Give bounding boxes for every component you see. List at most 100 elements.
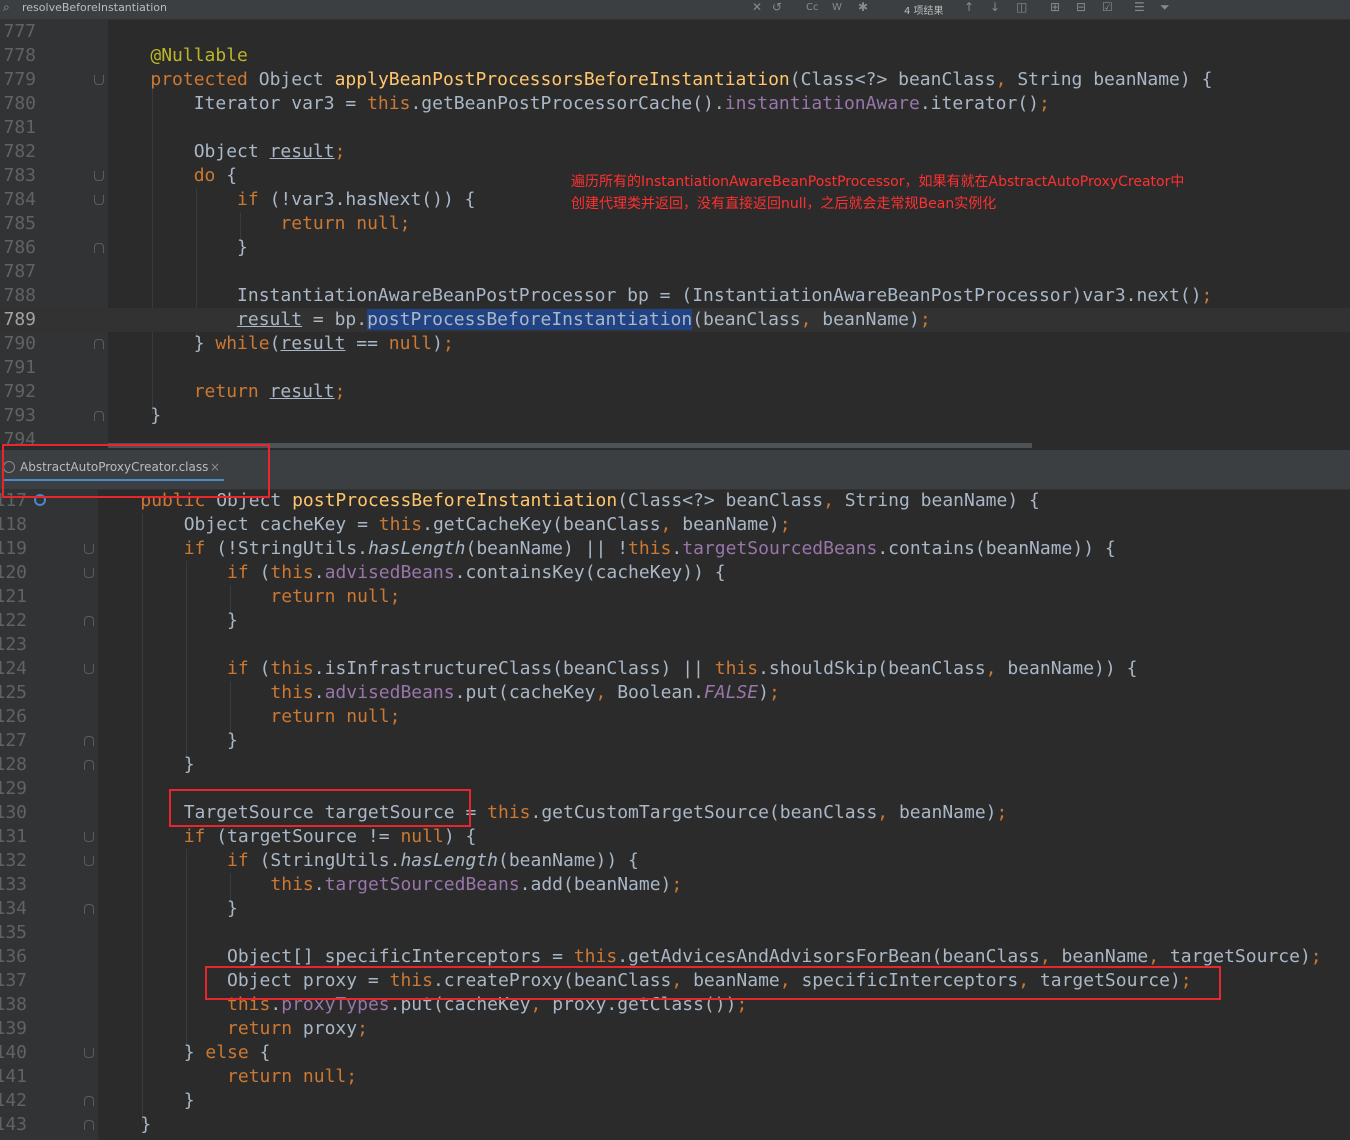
code-line[interactable]: 779 protected Object applyBeanPostProces…: [0, 68, 1350, 92]
line-number[interactable]: 119: [0, 537, 27, 561]
code-line[interactable]: 778 @Nullable: [0, 44, 1350, 68]
code-line[interactable]: 793 }: [0, 404, 1350, 428]
line-number[interactable]: 135: [0, 921, 27, 945]
whole-words-icon[interactable]: W: [832, 2, 842, 13]
line-number[interactable]: 792: [0, 380, 36, 404]
history-icon[interactable]: ↺: [772, 0, 782, 14]
fold-marker-icon[interactable]: [94, 75, 104, 85]
code-text[interactable]: } while(result == null);: [107, 332, 454, 356]
line-number[interactable]: 783: [0, 164, 36, 188]
line-number[interactable]: 136: [0, 945, 27, 969]
line-number[interactable]: 131: [0, 825, 27, 849]
fold-marker-icon[interactable]: [84, 664, 94, 674]
line-number[interactable]: 143: [0, 1113, 27, 1137]
code-line[interactable]: 133 this.targetSourcedBeans.add(beanName…: [0, 873, 1350, 897]
line-number[interactable]: 784: [0, 188, 36, 212]
code-text[interactable]: }: [107, 404, 161, 428]
line-number[interactable]: 120: [0, 561, 27, 585]
fold-marker-icon[interactable]: [84, 616, 94, 626]
line-number[interactable]: 125: [0, 681, 27, 705]
code-line[interactable]: 118 Object cacheKey = this.getCacheKey(b…: [0, 513, 1350, 537]
fold-marker-icon[interactable]: [84, 832, 94, 842]
line-number[interactable]: 118: [0, 513, 27, 537]
fold-marker-icon[interactable]: [94, 171, 104, 181]
code-text[interactable]: if (this.isInfrastructureClass(beanClass…: [97, 657, 1137, 681]
code-line[interactable]: 782 Object result;: [0, 140, 1350, 164]
code-text[interactable]: }: [97, 729, 238, 753]
line-number[interactable]: 127: [0, 729, 27, 753]
select-all-occurrences-icon[interactable]: ☑: [1102, 0, 1113, 14]
fold-marker-icon[interactable]: [94, 411, 104, 421]
line-number[interactable]: 141: [0, 1065, 27, 1089]
code-line[interactable]: 790 } while(result == null);: [0, 332, 1350, 356]
line-number[interactable]: 133: [0, 873, 27, 897]
code-line[interactable]: 139 return proxy;: [0, 1017, 1350, 1041]
code-text[interactable]: return proxy;: [97, 1017, 368, 1041]
code-text[interactable]: @Nullable: [107, 44, 248, 68]
code-text[interactable]: if (!var3.hasNext()) {: [107, 188, 475, 212]
fold-marker-icon[interactable]: [84, 904, 94, 914]
code-text[interactable]: return result;: [107, 380, 346, 404]
line-number[interactable]: 121: [0, 585, 27, 609]
select-all-icon[interactable]: ◫: [1016, 0, 1027, 14]
line-number[interactable]: 785: [0, 212, 36, 236]
line-number[interactable]: 129: [0, 777, 27, 801]
line-number[interactable]: 142: [0, 1089, 27, 1113]
line-number[interactable]: 794: [0, 428, 36, 444]
code-text[interactable]: }: [97, 897, 238, 921]
code-line[interactable]: 122 }: [0, 609, 1350, 633]
code-line[interactable]: 794: [0, 428, 1350, 444]
fold-marker-icon[interactable]: [94, 339, 104, 349]
code-line[interactable]: 132 if (StringUtils.hasLength(beanName))…: [0, 849, 1350, 873]
code-text[interactable]: return null;: [97, 705, 400, 729]
code-line[interactable]: 788 InstantiationAwareBeanPostProcessor …: [0, 284, 1350, 308]
line-number[interactable]: 126: [0, 705, 27, 729]
line-number[interactable]: 782: [0, 140, 36, 164]
regex-icon[interactable]: ✱: [858, 0, 868, 14]
code-text[interactable]: if (targetSource != null) {: [97, 825, 477, 849]
code-line[interactable]: 777: [0, 20, 1350, 44]
line-number[interactable]: 787: [0, 260, 36, 284]
code-line[interactable]: 781: [0, 116, 1350, 140]
code-line[interactable]: 125 this.advisedBeans.put(cacheKey, Bool…: [0, 681, 1350, 705]
line-number[interactable]: 790: [0, 332, 36, 356]
next-occurrence-icon[interactable]: ↓: [990, 0, 1000, 14]
line-number[interactable]: 124: [0, 657, 27, 681]
editor-pane-top[interactable]: 777 778 @Nullable 779 protected Object app…: [0, 19, 1350, 444]
line-number[interactable]: 781: [0, 116, 36, 140]
code-line[interactable]: 142 }: [0, 1089, 1350, 1113]
code-line[interactable]: 134 }: [0, 897, 1350, 921]
code-line[interactable]: 787: [0, 260, 1350, 284]
code-line[interactable]: 143 }: [0, 1113, 1350, 1137]
code-line[interactable]: 135: [0, 921, 1350, 945]
line-number[interactable]: 137: [0, 969, 27, 993]
line-number[interactable]: 123: [0, 633, 27, 657]
line-number[interactable]: 793: [0, 404, 36, 428]
code-text[interactable]: }: [97, 1089, 195, 1113]
prev-occurrence-icon[interactable]: ↑: [964, 0, 974, 14]
search-input[interactable]: resolveBeforeInstantiation: [22, 1, 167, 14]
fold-marker-icon[interactable]: [84, 1048, 94, 1058]
code-text[interactable]: return null;: [97, 1065, 357, 1089]
code-text[interactable]: }: [107, 236, 248, 260]
match-case-icon[interactable]: Cc: [806, 2, 818, 13]
fold-marker-icon[interactable]: [94, 195, 104, 205]
line-number[interactable]: 140: [0, 1041, 27, 1065]
code-text[interactable]: if (StringUtils.hasLength(beanName)) {: [97, 849, 639, 873]
code-line[interactable]: 131 if (targetSource != null) {: [0, 825, 1350, 849]
line-number[interactable]: 789: [0, 308, 36, 332]
code-text[interactable]: Object result;: [107, 140, 346, 164]
clear-icon[interactable]: ✕: [752, 0, 762, 14]
code-line[interactable]: 140 } else {: [0, 1041, 1350, 1065]
code-text[interactable]: do {: [107, 164, 237, 188]
code-line[interactable]: 128 }: [0, 753, 1350, 777]
code-text[interactable]: InstantiationAwareBeanPostProcessor bp =…: [107, 284, 1212, 308]
code-text[interactable]: return null;: [97, 585, 400, 609]
code-line[interactable]: 141 return null;: [0, 1065, 1350, 1089]
code-text[interactable]: this.advisedBeans.put(cacheKey, Boolean.…: [97, 681, 779, 705]
fold-marker-icon[interactable]: [84, 568, 94, 578]
code-text[interactable]: }: [97, 1113, 151, 1137]
code-line[interactable]: 785 return null;: [0, 212, 1350, 236]
line-number[interactable]: 786: [0, 236, 36, 260]
search-icon[interactable]: ⌕: [3, 0, 10, 15]
